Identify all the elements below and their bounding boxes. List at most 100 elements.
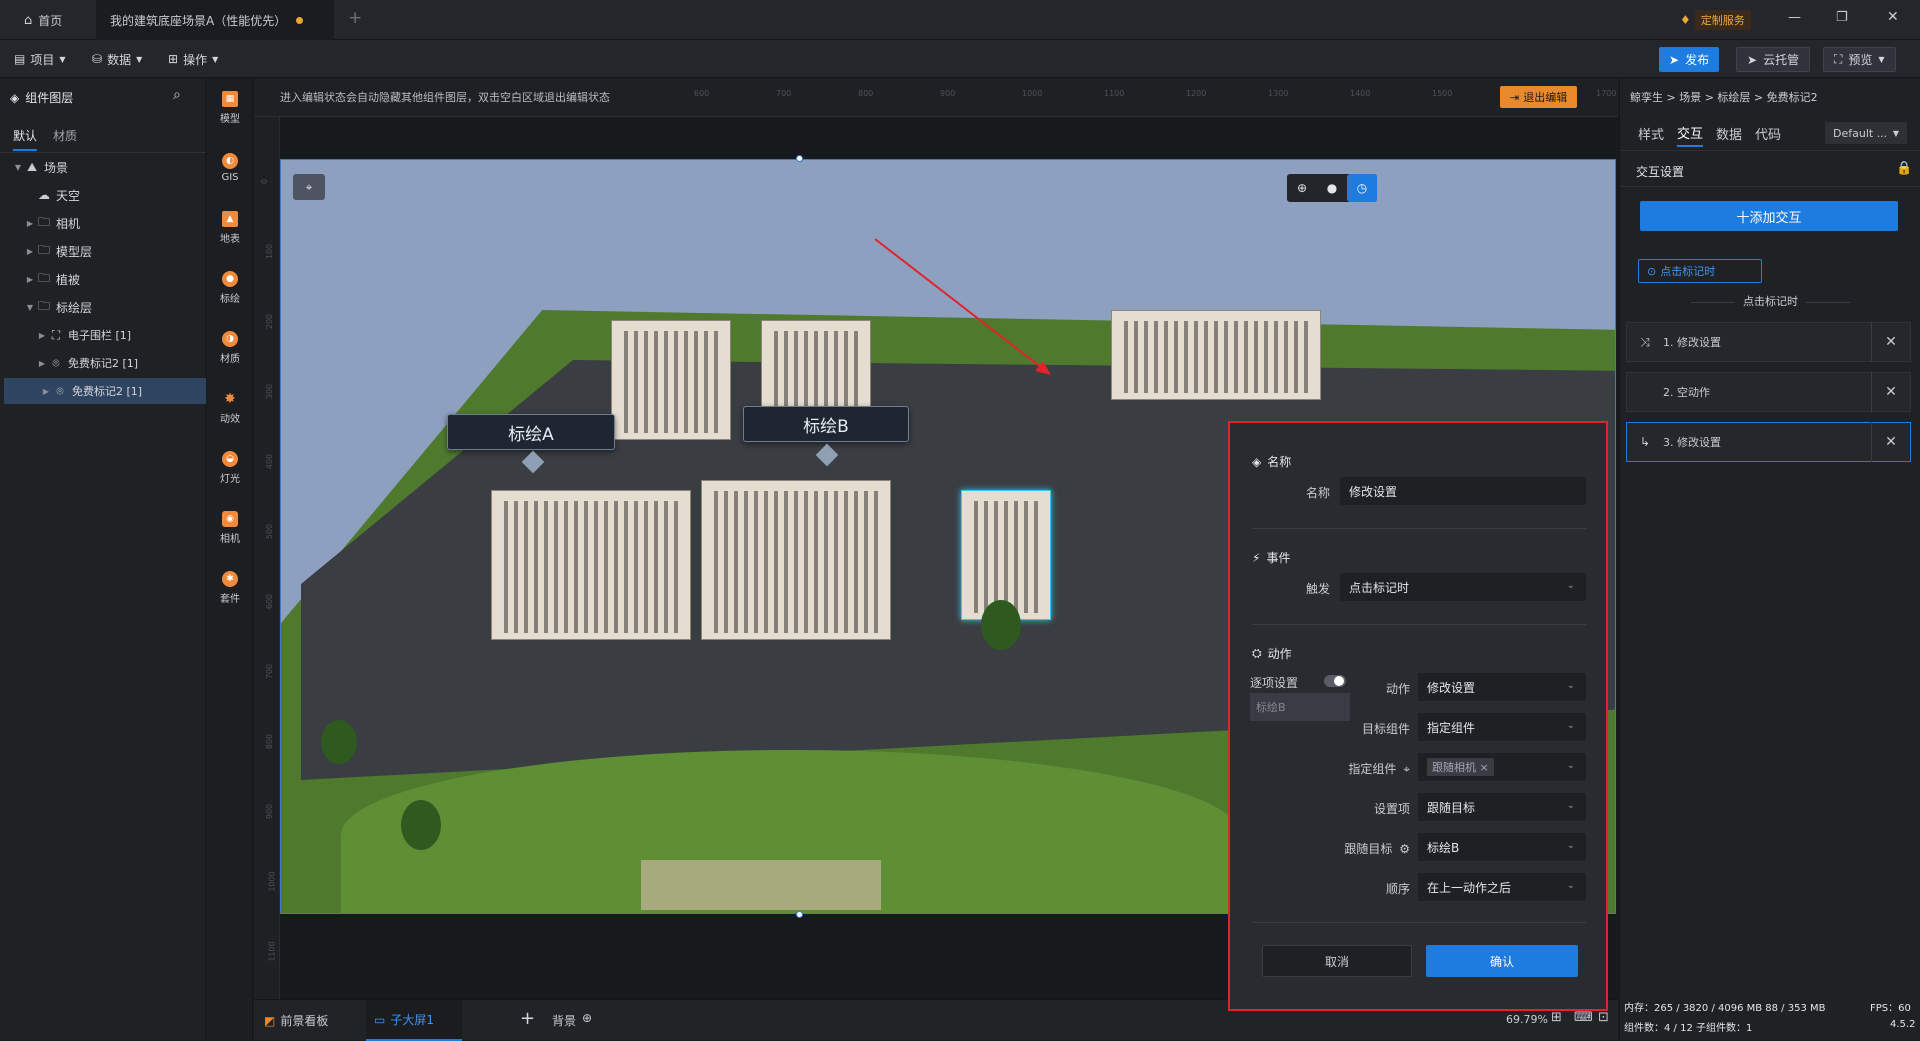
preview-button[interactable]: ⛶ 预览 ▼	[1823, 47, 1896, 72]
delete-x-icon[interactable]: ✕	[1872, 434, 1910, 450]
resize-handle[interactable]	[796, 155, 803, 162]
close-window-button[interactable]: ✕	[1887, 9, 1899, 25]
caret-right-icon[interactable]: ▶	[36, 359, 48, 368]
top-ruler: 进入编辑状态会自动隐藏其他组件图层，双击空白区域退出编辑状态 600 700 800…	[254, 79, 1780, 117]
cloud-hosting-button[interactable]: ➤ 云托管	[1736, 47, 1811, 72]
chevron-down-icon: ⌄	[1566, 800, 1575, 811]
tree-item-sky[interactable]: ☁ 天空	[0, 182, 206, 208]
lock-icon[interactable]: 🔒	[1896, 161, 1912, 176]
category-light[interactable]: ◒ 灯光	[207, 439, 253, 497]
category-terrain[interactable]: ▲ 地表	[207, 199, 253, 257]
pick-target-icon[interactable]: ⚙	[1399, 842, 1410, 856]
delete-x-icon[interactable]: ✕	[1872, 384, 1910, 400]
action-row[interactable]: ⤨ 1. 修改设置 ✕	[1626, 322, 1911, 362]
target-component-select[interactable]: 指定组件 ⌄	[1418, 713, 1586, 741]
order-select[interactable]: 在上一动作之后 ⌄	[1418, 873, 1586, 901]
specified-component-select[interactable]: 跟随相机 × ⌄	[1418, 753, 1586, 781]
follow-target-select[interactable]: 标绘B ⌄	[1418, 833, 1586, 861]
zoom-level[interactable]: 69.79%	[1506, 1013, 1548, 1026]
custom-service-button[interactable]: ♦ 定制服务	[1680, 10, 1751, 30]
caret-right-icon[interactable]: ▶	[24, 275, 36, 284]
tab-background[interactable]: 背景 ⊕	[552, 1011, 592, 1029]
resize-handle[interactable]	[796, 911, 803, 918]
ruler-tick-label: 1400	[1350, 89, 1371, 98]
caret-right-icon[interactable]: ▶	[36, 331, 48, 340]
tree-item-camera[interactable]: ▶ 🗀 相机	[0, 210, 206, 236]
category-label: 模型	[220, 114, 240, 125]
minimize-button[interactable]: —	[1788, 10, 1801, 25]
crosshair-icon[interactable]: ⌖	[1403, 762, 1410, 776]
per-item-target-chip[interactable]: 标绘B	[1250, 693, 1350, 721]
action-row[interactable]: 2. 空动作 ✕	[1626, 372, 1911, 412]
tab-document[interactable]: 我的建筑底座场景A（性能优先）	[96, 0, 334, 40]
category-camera[interactable]: ◉ 相机	[207, 499, 253, 557]
fence-icon: ⛶	[51, 327, 61, 342]
tab-style[interactable]: 样式	[1638, 119, 1664, 147]
name-input[interactable]: 修改设置	[1340, 477, 1586, 505]
new-tab-plus-icon[interactable]: +	[348, 8, 362, 28]
field-value: 标绘B	[1427, 840, 1460, 855]
terminal-icon[interactable]: ⊡	[1598, 1010, 1609, 1025]
menu-project[interactable]: ▤ 项目 ▼	[14, 40, 66, 78]
tag-close-icon[interactable]: ×	[1480, 761, 1489, 774]
caret-right-icon[interactable]: ▶	[40, 387, 52, 396]
caret-right-icon[interactable]: ▶	[24, 219, 36, 228]
tree-item-marker-2b[interactable]: ▶ ⌾ 免费标记2 [1]	[4, 378, 206, 404]
publish-button[interactable]: ➤ 发布	[1659, 47, 1720, 72]
maximize-button[interactable]: ❐	[1836, 10, 1848, 25]
tab-material[interactable]: 材质	[53, 127, 77, 144]
tab-code[interactable]: 代码	[1755, 119, 1781, 147]
tree-item-fence[interactable]: ▶ ⛶ 电子围栏 [1]	[0, 322, 206, 348]
plot-tag-a[interactable]: 标绘A	[447, 414, 615, 450]
caret-down-icon[interactable]: ▼	[12, 163, 24, 172]
tab-home[interactable]: ⌂ 首页	[10, 0, 80, 40]
category-effect[interactable]: ✸ 动效	[207, 379, 253, 437]
location-pin-icon[interactable]: ⌖	[293, 174, 325, 200]
tree-item-plot-layer[interactable]: ▼ 🗀 标绘层	[0, 294, 206, 320]
exit-edit-button[interactable]: ⇥ 退出编辑	[1500, 86, 1578, 108]
tree-item-vegetation[interactable]: ▶ 🗀 植被	[0, 266, 206, 292]
category-gis[interactable]: ◐ GIS	[207, 139, 253, 197]
custom-service-label: 定制服务	[1694, 10, 1751, 30]
category-material[interactable]: ◑ 材质	[207, 319, 253, 377]
sphere-view-icon[interactable]: ●	[1317, 174, 1347, 202]
tab-interaction[interactable]: 交互	[1677, 119, 1704, 147]
setting-item-select[interactable]: 跟随目标 ⌄	[1418, 793, 1586, 821]
tab-foreground[interactable]: ◩ 前景看板	[264, 1012, 328, 1029]
preset-select[interactable]: Default ... ▼	[1825, 122, 1907, 144]
add-interaction-button[interactable]: 十添加交互	[1640, 201, 1898, 231]
menu-operate[interactable]: ⊞ 操作 ▼	[168, 40, 218, 78]
folder-icon: 🗀	[37, 242, 50, 257]
tab-sub-screen-1[interactable]: ▭ 子大屏1	[366, 1000, 462, 1041]
action-type-select[interactable]: 修改设置 ⌄	[1418, 673, 1586, 701]
delete-x-icon[interactable]: ✕	[1872, 334, 1910, 350]
edit-action-dialog: ◈ 名称 名称 修改设置 ⚡ 事件 触发 点击标记时 ⌄ ⛭ 动作 逐项设置 标…	[1228, 421, 1608, 1011]
caret-right-icon[interactable]: ▶	[24, 247, 36, 256]
action-label: 2. 空动作	[1663, 386, 1710, 399]
cancel-button[interactable]: 取消	[1262, 945, 1412, 977]
category-plot[interactable]: ● 标绘	[207, 259, 253, 317]
plot-tag-b[interactable]: 标绘B	[743, 406, 909, 442]
keyboard-icon[interactable]: ⌨	[1574, 1010, 1593, 1025]
menu-data[interactable]: ⛁ 数据 ▼	[92, 40, 142, 78]
category-kit[interactable]: ✱ 套件	[207, 559, 253, 617]
confirm-button[interactable]: 确认	[1426, 945, 1578, 977]
tab-data[interactable]: 数据	[1716, 119, 1742, 147]
tree-label: 电子围栏 [1]	[68, 329, 132, 342]
tree-item-marker-2a[interactable]: ▶ ⌾ 免费标记2 [1]	[0, 350, 206, 376]
tab-default[interactable]: 默认	[13, 127, 38, 151]
fit-screen-icon[interactable]: ⊞	[1551, 1010, 1562, 1025]
tree-item-scene[interactable]: ▼ ⛰ 场景	[0, 154, 206, 180]
tree-label: 植被	[56, 272, 81, 287]
tree-item-model-layer[interactable]: ▶ 🗀 模型层	[0, 238, 206, 264]
event-chip[interactable]: ⊙ 点击标记时	[1638, 259, 1762, 283]
add-screen-plus-icon[interactable]: +	[520, 1008, 535, 1029]
category-model[interactable]: ▦ 模型	[207, 79, 253, 137]
action-row-selected[interactable]: ↳ 3. 修改设置 ✕	[1626, 422, 1911, 462]
caret-down-icon[interactable]: ▼	[24, 303, 36, 312]
globe-view-icon[interactable]: ⊕	[1287, 174, 1317, 202]
time-view-icon[interactable]: ◷	[1347, 174, 1377, 202]
sparkle-icon: ✸	[224, 391, 236, 407]
trigger-select[interactable]: 点击标记时 ⌄	[1340, 573, 1586, 601]
search-icon[interactable]: ⌕	[173, 87, 181, 103]
